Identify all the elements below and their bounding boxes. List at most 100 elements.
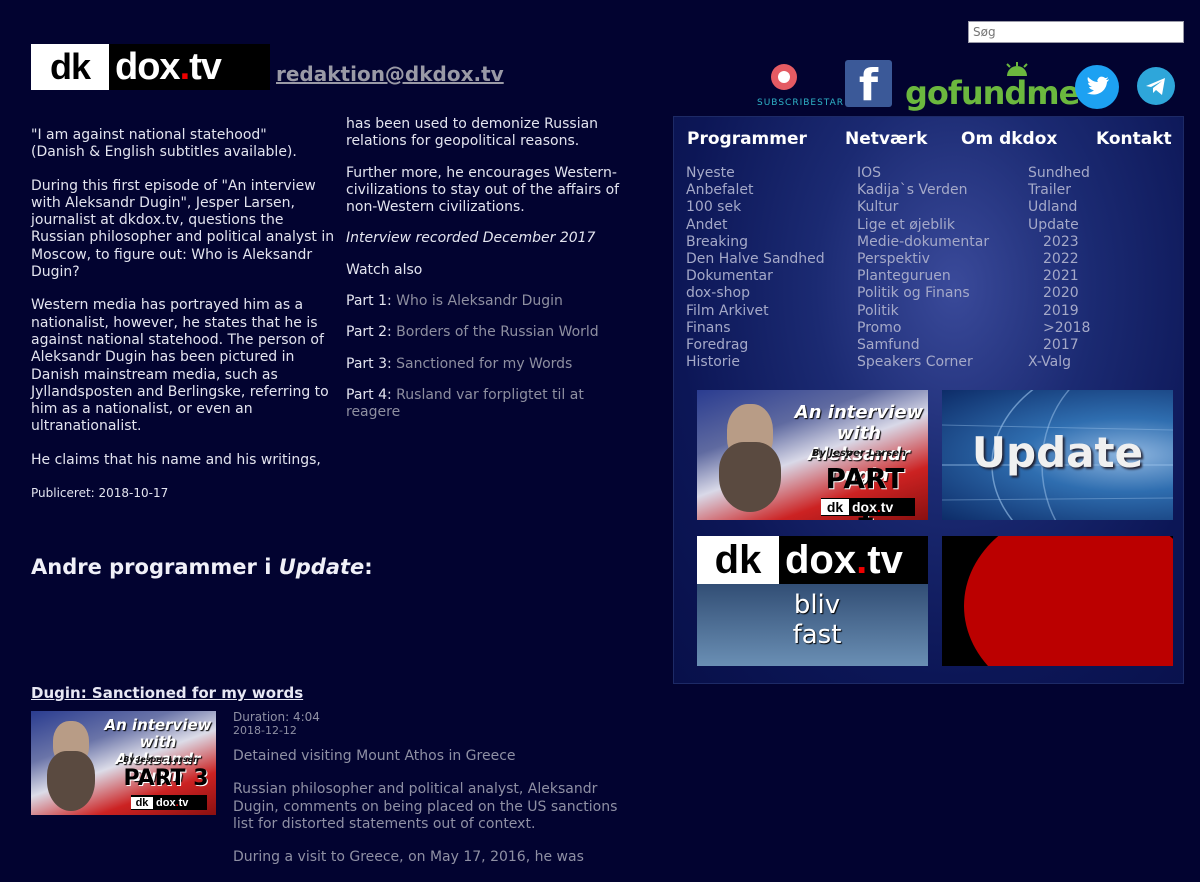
nav-kontakt[interactable]: Kontakt xyxy=(1096,129,1172,149)
published-date: Publiceret: 2018-10-17 xyxy=(31,486,169,500)
menu-item[interactable]: Dokumentar xyxy=(686,268,825,285)
thumb-dugin-part1[interactable]: An interview with Aleksandr Dugin By Jes… xyxy=(697,390,928,520)
menu-col-3: Sundhed Trailer Udland Update 2023 2022 … xyxy=(1028,165,1090,371)
part-prefix: Part 1: xyxy=(346,293,397,310)
logo-dot: . xyxy=(179,46,191,88)
menu-item[interactable]: 100 sek xyxy=(686,199,825,216)
menu-year[interactable]: 2017 xyxy=(1028,337,1090,354)
menu-item[interactable]: Sundhed xyxy=(1028,165,1090,182)
subscribestar-link[interactable]: SUBSCRIBESTAR xyxy=(757,62,845,112)
menu-item[interactable]: Anbefalet xyxy=(686,182,825,199)
menu-item[interactable]: Politik xyxy=(857,303,989,320)
program-paragraph: During a visit to Greece, on May 17, 201… xyxy=(233,849,584,866)
mini-logo-dk: dk xyxy=(131,796,153,809)
menu-item[interactable]: Kadija`s Verden xyxy=(857,182,989,199)
menu-item[interactable]: Breaking xyxy=(686,234,825,251)
program-thumbnail[interactable]: An interview with Aleksandr Dugin By Jes… xyxy=(31,711,216,815)
part-4: Part 4: Rusland var forpligtet til at re… xyxy=(346,387,636,422)
program-meta: Duration: 4:04 2018-12-12 xyxy=(233,711,320,738)
thumb-red-circle[interactable] xyxy=(942,536,1173,666)
thumb-part: PART 3 xyxy=(123,766,209,791)
menu-item[interactable]: Finans xyxy=(686,320,825,337)
part-prefix: Part 4: xyxy=(346,386,397,403)
nav-om-dkdox[interactable]: Om dkdox xyxy=(961,129,1057,149)
thumb-update[interactable]: Update xyxy=(942,390,1173,520)
part-2: Part 2: Borders of the Russian World xyxy=(346,324,636,341)
article-col1: "I am against national statehood" (Danis… xyxy=(31,127,336,485)
menu-year[interactable]: 2023 xyxy=(1028,234,1090,251)
part-1-link[interactable]: Who is Aleksandr Dugin xyxy=(396,293,563,309)
mini-logo-tv: tv xyxy=(867,538,903,582)
menu-item[interactable]: Lige et øjeblik xyxy=(857,217,989,234)
program-paragraph: Detained visiting Mount Athos in Greece xyxy=(233,748,516,764)
menu-item[interactable]: Speakers Corner xyxy=(857,354,989,371)
menu-item[interactable]: Update xyxy=(1028,217,1090,234)
twitter-icon[interactable] xyxy=(1075,65,1119,109)
menu-item[interactable]: Andet xyxy=(686,217,825,234)
part-2-link[interactable]: Borders of the Russian World xyxy=(396,324,599,340)
watch-also-link[interactable]: Watch also xyxy=(346,262,422,278)
article-paragraph: Further more, he encourages Western-civi… xyxy=(346,164,620,216)
thumb-logo: dk dox.tv xyxy=(697,536,928,584)
email-link[interactable]: redaktion@dkdox.tv xyxy=(276,62,504,86)
telegram-icon[interactable] xyxy=(1137,67,1175,105)
menu-year-current[interactable]: >2018 xyxy=(1028,320,1090,337)
menu-year[interactable]: 2020 xyxy=(1028,285,1090,302)
mini-logo-dox: dox xyxy=(852,499,877,515)
thumb-logo: dk dox.tv xyxy=(821,498,915,516)
nav-netvaerk[interactable]: Netværk xyxy=(845,129,927,149)
menu-item[interactable]: dox-shop xyxy=(686,285,825,302)
logo-text: dox.tv xyxy=(109,44,222,90)
menu-item[interactable]: Udland xyxy=(1028,199,1090,216)
nav-programmer[interactable]: Programmer xyxy=(687,129,807,149)
menu-item[interactable]: IOS xyxy=(857,165,989,182)
part-3-link[interactable]: Sanctioned for my Words xyxy=(396,356,572,372)
program-title-link[interactable]: Dugin: Sanctioned for my words xyxy=(31,684,303,702)
gofundme-link[interactable]: gofundme xyxy=(905,74,1080,112)
logo-tv: tv xyxy=(189,46,222,88)
article-paragraph: Western media has portrayed him as a nat… xyxy=(31,297,329,435)
mini-logo-dox: dox xyxy=(156,796,176,809)
thumb-bliv-fast[interactable]: dk dox.tv bliv fast xyxy=(697,536,928,666)
logo-dox: dox xyxy=(115,46,181,88)
article-paragraph: has been used to demonize Russian relati… xyxy=(346,116,599,150)
program-description: Detained visiting Mount Athos in Greece … xyxy=(233,748,628,882)
subscribestar-label: SUBSCRIBESTAR xyxy=(757,98,845,108)
menu-item[interactable]: X-Valg xyxy=(1028,354,1090,371)
red-circle-graphic xyxy=(964,536,1173,666)
mini-logo-text: dox.tv xyxy=(779,536,903,584)
menu-year[interactable]: 2021 xyxy=(1028,268,1090,285)
menu-item[interactable]: Historie xyxy=(686,354,825,371)
menu-item[interactable]: Film Arkivet xyxy=(686,303,825,320)
thumb-logo: dk dox.tv xyxy=(131,795,207,810)
mini-logo-tv: tv xyxy=(880,499,894,515)
logo-dk: dk xyxy=(31,44,109,90)
menu-item[interactable]: Foredrag xyxy=(686,337,825,354)
menu-item[interactable]: Planteguruen xyxy=(857,268,989,285)
recorded-note: Interview recorded December 2017 xyxy=(346,230,596,247)
mini-logo-tv: tv xyxy=(178,796,189,809)
menu-item[interactable]: Kultur xyxy=(857,199,989,216)
thumb-byline: By Jesper Larsen xyxy=(123,755,199,764)
mini-logo-text: dox.tv xyxy=(153,797,188,809)
facebook-icon[interactable]: f xyxy=(845,60,892,111)
part-1: Part 1: Who is Aleksandr Dugin xyxy=(346,293,636,310)
menu-year[interactable]: 2022 xyxy=(1028,251,1090,268)
search-input[interactable] xyxy=(968,21,1184,43)
menu-item[interactable]: Nyeste xyxy=(686,165,825,182)
menu-item[interactable]: Trailer xyxy=(1028,182,1090,199)
menu-item[interactable]: Perspektiv xyxy=(857,251,989,268)
menu-item[interactable]: Politik og Finans xyxy=(857,285,989,302)
part-prefix: Part 2: xyxy=(346,324,397,341)
article-paragraph: "I am against national statehood" (Danis… xyxy=(31,127,297,161)
dkdox-logo[interactable]: dk dox.tv xyxy=(31,44,270,90)
part-prefix: Part 3: xyxy=(346,355,397,372)
menu-item[interactable]: Den Halve Sandhed xyxy=(686,251,825,268)
mini-logo-dot: . xyxy=(856,538,868,582)
subscribestar-icon xyxy=(771,64,797,90)
menu-item[interactable]: Samfund xyxy=(857,337,989,354)
menu-item[interactable]: Promo xyxy=(857,320,989,337)
menu-item[interactable]: Medie-dokumentar xyxy=(857,234,989,251)
portrait-beard xyxy=(719,442,781,512)
menu-year[interactable]: 2019 xyxy=(1028,303,1090,320)
